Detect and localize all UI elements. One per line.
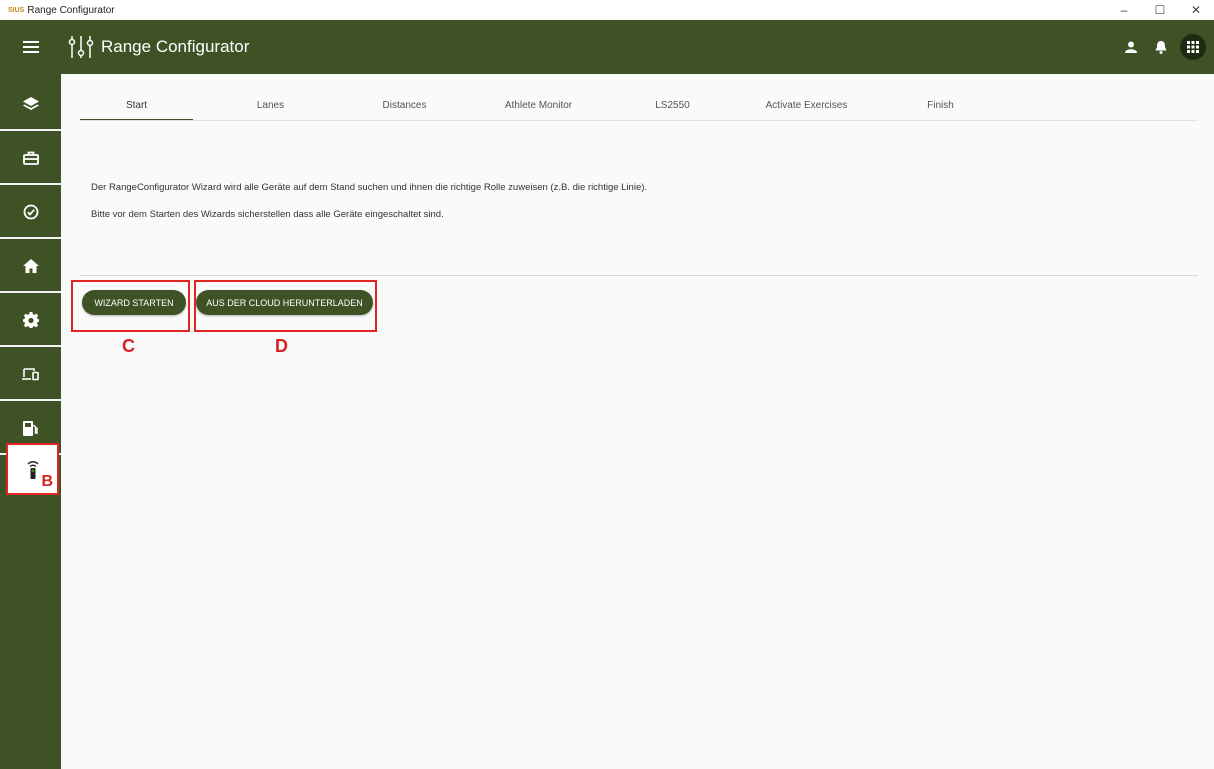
close-button[interactable]: ✕ bbox=[1178, 0, 1214, 20]
range-configurator-icon bbox=[67, 32, 95, 62]
window-controls: – ☐ ✕ bbox=[1106, 0, 1214, 20]
app-header: Range Configurator bbox=[0, 20, 1214, 74]
user-icon bbox=[1125, 41, 1137, 53]
sidebar: B bbox=[0, 74, 61, 769]
user-button[interactable] bbox=[1120, 36, 1142, 58]
annotation-box-d bbox=[194, 280, 377, 332]
sidebar-item-devices[interactable] bbox=[0, 349, 61, 401]
window-titlebar: SIUS Range Configurator – ☐ ✕ bbox=[0, 0, 1214, 20]
bell-icon bbox=[1155, 40, 1167, 54]
tab-start[interactable]: Start bbox=[80, 100, 193, 121]
layers-icon bbox=[22, 97, 39, 110]
minimize-button[interactable]: – bbox=[1106, 0, 1142, 20]
annotation-label-d: D bbox=[275, 336, 288, 356]
notifications-button[interactable] bbox=[1150, 36, 1172, 58]
sidebar-item-home[interactable] bbox=[0, 241, 61, 293]
wizard-hint: Bitte vor dem Starten des Wizards sicher… bbox=[91, 209, 444, 220]
briefcase-icon bbox=[22, 151, 39, 165]
tab-lanes[interactable]: Lanes bbox=[214, 100, 327, 121]
window-title: Range Configurator bbox=[27, 4, 115, 16]
home-icon bbox=[22, 259, 39, 273]
apps-button[interactable] bbox=[1180, 34, 1206, 60]
annotation-box-c bbox=[71, 280, 190, 332]
sidebar-item-check[interactable] bbox=[0, 187, 61, 239]
app-title: Range Configurator bbox=[101, 37, 250, 56]
tabs-divider bbox=[80, 120, 1198, 121]
devices-icon bbox=[22, 367, 39, 380]
gear-icon bbox=[22, 312, 39, 328]
tab-distances[interactable]: Distances bbox=[348, 100, 461, 121]
content-divider bbox=[80, 275, 1198, 276]
annotation-label-c: C bbox=[122, 336, 135, 356]
check-circle-icon bbox=[23, 204, 38, 220]
sidebar-item-remote[interactable]: B bbox=[6, 443, 59, 495]
remote-icon bbox=[27, 461, 38, 479]
tab-ls2550[interactable]: LS2550 bbox=[616, 100, 729, 121]
wizard-description: Der RangeConfigurator Wizard wird alle G… bbox=[91, 182, 648, 193]
sius-logo: SIUS bbox=[8, 6, 25, 14]
hamburger-menu-button[interactable] bbox=[0, 20, 61, 74]
sidebar-item-settings[interactable] bbox=[0, 295, 61, 347]
tab-athlete-monitor[interactable]: Athlete Monitor bbox=[482, 100, 595, 121]
hamburger-icon bbox=[22, 41, 39, 53]
fuel-station-icon bbox=[23, 420, 38, 436]
sidebar-item-layers[interactable] bbox=[0, 79, 61, 131]
tab-activate-exercises[interactable]: Activate Exercises bbox=[750, 100, 863, 121]
main-content: Start Lanes Distances Athlete Monitor LS… bbox=[61, 74, 1214, 769]
maximize-button[interactable]: ☐ bbox=[1142, 0, 1178, 20]
tab-finish[interactable]: Finish bbox=[884, 100, 997, 121]
annotation-label-b: B bbox=[41, 473, 53, 490]
sidebar-item-briefcase[interactable] bbox=[0, 133, 61, 185]
apps-grid-icon bbox=[1187, 41, 1199, 53]
